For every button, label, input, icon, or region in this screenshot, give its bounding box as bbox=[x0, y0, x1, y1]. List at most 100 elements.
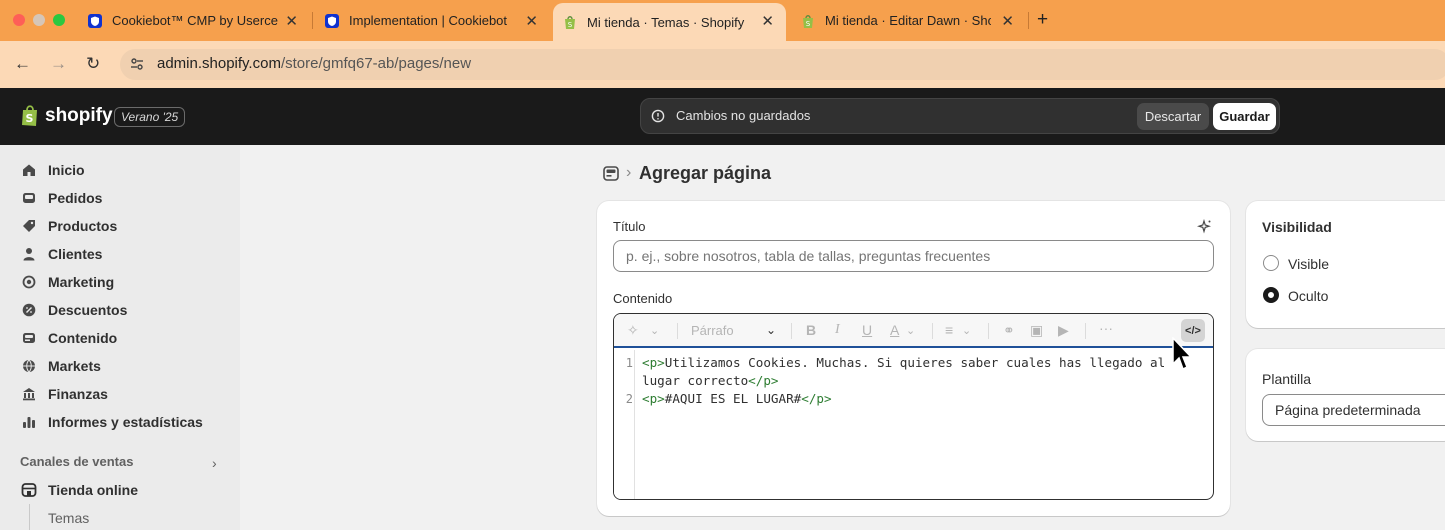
sales-channels-heading: Canales de ventas bbox=[20, 454, 134, 469]
sidebar-item-contenido[interactable]: Contenido bbox=[20, 324, 117, 352]
sidebar-item-informes[interactable]: Informes y estadísticas bbox=[20, 408, 203, 436]
code-tag-open: <p> bbox=[642, 391, 665, 406]
sidebar-item-markets[interactable]: Markets bbox=[20, 352, 101, 380]
chevron-down-icon[interactable]: ⌄ bbox=[650, 324, 659, 337]
sidebar-item-label: Markets bbox=[48, 358, 101, 374]
toolbar-divider bbox=[988, 323, 989, 339]
code-text: #AQUI ES EL LUGAR# bbox=[664, 391, 802, 406]
radio-oculto-selected[interactable] bbox=[1263, 287, 1279, 303]
close-window-button[interactable] bbox=[13, 14, 25, 26]
code-tag-close: </p> bbox=[748, 373, 779, 388]
browser-tab-implementation[interactable]: Implementation | Cookiebot ✕ bbox=[315, 0, 550, 41]
paragraph-select[interactable]: Párrafo bbox=[691, 323, 734, 338]
title-input[interactable] bbox=[613, 240, 1214, 272]
html-editor[interactable]: ✧ ⌄ Párrafo ⌄ B I U A ⌄ ≡ ⌄ ⚭ ▣ ▶ ··· </… bbox=[613, 313, 1214, 500]
mouse-pointer-icon bbox=[1172, 337, 1193, 371]
unsaved-changes-text: Cambios no guardados bbox=[676, 108, 811, 123]
pages-breadcrumb-icon[interactable] bbox=[603, 166, 619, 186]
shopify-bag-icon: S bbox=[562, 14, 578, 30]
align-icon[interactable]: ≡ bbox=[945, 322, 953, 338]
ai-sparkle-icon[interactable] bbox=[1197, 218, 1212, 239]
bold-icon[interactable]: B bbox=[806, 322, 816, 338]
tab-divider bbox=[1028, 12, 1029, 29]
image-icon[interactable]: ▣ bbox=[1030, 322, 1043, 339]
ai-sparkle-icon[interactable]: ✧ bbox=[627, 322, 639, 339]
more-options-icon[interactable]: ··· bbox=[1099, 320, 1113, 336]
browser-tab-editar-dawn[interactable]: S Mi tienda · Editar Dawn · Shopify ✕ bbox=[791, 0, 1026, 41]
radio-visible[interactable] bbox=[1263, 255, 1279, 271]
chevron-down-icon[interactable]: ⌄ bbox=[906, 324, 915, 337]
browser-tab-temas-active[interactable]: S Mi tienda · Temas · Shopify ✕ bbox=[553, 3, 786, 41]
text-color-icon[interactable]: A bbox=[890, 322, 899, 338]
sidebar-item-finanzas[interactable]: Finanzas bbox=[20, 380, 108, 408]
editor-toolbar: ✧ ⌄ Párrafo ⌄ B I U A ⌄ ≡ ⌄ ⚭ ▣ ▶ ··· </… bbox=[614, 314, 1213, 348]
close-tab-icon[interactable]: ✕ bbox=[285, 12, 298, 30]
sidebar-item-label: Marketing bbox=[48, 274, 115, 290]
code-text: lugar correcto bbox=[642, 373, 749, 388]
back-arrow-icon[interactable]: ← bbox=[14, 54, 31, 74]
new-tab-plus-icon[interactable]: + bbox=[1037, 9, 1048, 31]
chevron-down-icon[interactable]: ⌄ bbox=[766, 323, 776, 337]
sidebar-item-label: Contenido bbox=[48, 330, 118, 346]
cookiebot-shield-icon bbox=[87, 13, 103, 29]
tab-title: Mi tienda · Temas · Shopify bbox=[587, 14, 745, 30]
home-icon bbox=[20, 163, 38, 177]
template-label: Plantilla bbox=[1262, 371, 1312, 387]
url-host: admin.shopify.com bbox=[157, 55, 281, 72]
orders-icon bbox=[20, 191, 38, 205]
underline-icon[interactable]: U bbox=[862, 322, 872, 338]
close-tab-icon[interactable]: ✕ bbox=[761, 12, 774, 30]
bar-chart-icon bbox=[20, 415, 38, 429]
page-title: Agregar página bbox=[639, 163, 772, 183]
sidebar-item-marketing[interactable]: Marketing bbox=[20, 268, 114, 296]
url-text[interactable]: admin.shopify.com/store/gmfq67-ab/pages/… bbox=[157, 55, 471, 72]
sidebar-item-pedidos[interactable]: Pedidos bbox=[20, 184, 102, 212]
shopify-logo[interactable]: S shopify bbox=[20, 104, 113, 127]
tab-divider bbox=[312, 12, 313, 29]
sidebar-item-inicio[interactable]: Inicio bbox=[20, 156, 85, 184]
site-settings-icon[interactable] bbox=[129, 56, 145, 77]
close-tab-icon[interactable]: ✕ bbox=[525, 12, 538, 30]
code-line-2[interactable]: <p>#AQUI ES EL LUGAR#</p> bbox=[642, 391, 832, 406]
minimize-window-button[interactable] bbox=[33, 14, 45, 26]
zoom-window-button[interactable] bbox=[53, 14, 65, 26]
tab-title: Implementation | Cookiebot bbox=[349, 13, 508, 28]
toolbar-divider bbox=[791, 323, 792, 339]
discard-button[interactable]: Descartar bbox=[1137, 103, 1209, 130]
visibility-heading: Visibilidad bbox=[1262, 219, 1332, 235]
video-icon[interactable]: ▶ bbox=[1058, 322, 1069, 339]
breadcrumb-chevron-icon: › bbox=[626, 164, 632, 181]
sidebar-item-label: Pedidos bbox=[48, 190, 103, 206]
content-icon bbox=[20, 331, 38, 345]
tag-icon bbox=[20, 219, 38, 233]
code-text: Utilizamos Cookies. Muchas. Si quieres s… bbox=[664, 355, 1166, 370]
sidebar-item-clientes[interactable]: Clientes bbox=[20, 240, 102, 268]
line-number: 2 bbox=[625, 392, 633, 406]
reload-icon[interactable]: ↻ bbox=[86, 54, 100, 74]
tab-title: Cookiebot™ CMP by Usercentrics bbox=[112, 13, 278, 28]
chevron-down-icon[interactable]: ⌄ bbox=[962, 324, 971, 337]
toolbar-divider bbox=[932, 323, 933, 339]
radio-visible-label[interactable]: Visible bbox=[1288, 256, 1329, 272]
line-number: 1 bbox=[625, 356, 633, 370]
sidebar-subitem-temas[interactable]: Temas bbox=[48, 510, 89, 526]
sidebar-item-descuentos[interactable]: Descuentos bbox=[20, 296, 127, 324]
link-icon[interactable]: ⚭ bbox=[1003, 322, 1015, 339]
template-select-value: Página predeterminada bbox=[1275, 402, 1421, 418]
target-icon bbox=[20, 275, 38, 289]
alert-circle-icon bbox=[651, 109, 665, 128]
tree-line bbox=[29, 504, 30, 530]
radio-oculto-label[interactable]: Oculto bbox=[1288, 288, 1328, 304]
svg-text:S: S bbox=[568, 21, 573, 29]
chevron-right-icon[interactable]: › bbox=[212, 455, 217, 471]
browser-tab-cookiebot-cmp[interactable]: Cookiebot™ CMP by Usercentrics ✕ bbox=[78, 0, 310, 41]
sidebar-item-productos[interactable]: Productos bbox=[20, 212, 117, 240]
sidebar-item-tienda-online[interactable]: Tienda online bbox=[20, 476, 138, 504]
code-line-1-wrap[interactable]: lugar correcto</p> bbox=[642, 373, 779, 388]
close-tab-icon[interactable]: ✕ bbox=[1001, 12, 1014, 30]
template-select[interactable]: Página predeterminada bbox=[1262, 394, 1445, 426]
code-line-1[interactable]: <p>Utilizamos Cookies. Muchas. Si quiere… bbox=[642, 355, 1165, 370]
save-button[interactable]: Guardar bbox=[1213, 103, 1276, 130]
italic-icon[interactable]: I bbox=[835, 322, 840, 338]
forward-arrow-icon[interactable]: → bbox=[50, 54, 67, 74]
